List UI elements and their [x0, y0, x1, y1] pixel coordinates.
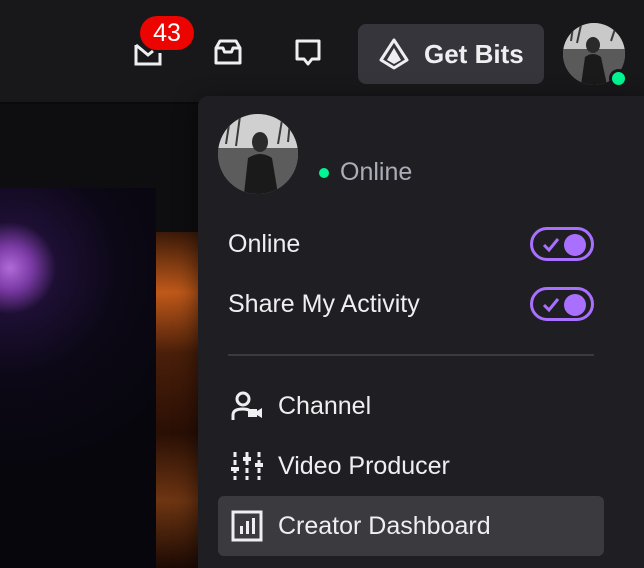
channel-icon — [230, 389, 264, 423]
menu-item-channel-label: Channel — [278, 391, 372, 420]
online-toggle-row: Online — [228, 222, 594, 266]
bits-icon — [379, 38, 409, 70]
video-producer-icon — [230, 449, 264, 483]
avatar — [218, 114, 298, 194]
menu-item-video-producer[interactable]: Video Producer — [218, 436, 604, 496]
creator-dashboard-icon — [230, 509, 264, 543]
menu-divider — [228, 354, 594, 356]
checkmark-icon — [542, 298, 560, 313]
get-bits-button[interactable]: Get Bits — [358, 24, 544, 84]
toggle-knob — [564, 294, 586, 316]
background-video-thumbnail — [0, 188, 156, 568]
top-nav-bar: 43 Get Bits — [0, 0, 644, 104]
online-toggle[interactable] — [530, 227, 594, 261]
inbox-button[interactable] — [206, 30, 250, 74]
avatar-online-indicator — [609, 69, 628, 88]
toggle-knob — [564, 234, 586, 256]
menu-item-video-producer-label: Video Producer — [278, 451, 450, 480]
get-bits-label: Get Bits — [424, 38, 524, 69]
notification-count-badge: 43 — [140, 16, 194, 50]
whispers-button[interactable] — [286, 30, 330, 74]
whispers-icon — [295, 39, 321, 66]
share-activity-toggle[interactable] — [530, 287, 594, 321]
menu-item-creator-dashboard-label: Creator Dashboard — [278, 511, 491, 540]
checkmark-icon — [542, 238, 560, 253]
user-dropdown-menu: Online Online Share My Activity Channel … — [198, 96, 644, 568]
share-activity-toggle-label: Share My Activity — [228, 289, 420, 318]
share-activity-toggle-row: Share My Activity — [228, 282, 594, 326]
menu-item-channel[interactable]: Channel — [218, 376, 604, 436]
menu-item-creator-dashboard[interactable]: Creator Dashboard — [218, 496, 604, 556]
online-status-dot — [319, 168, 329, 178]
online-status-label: Online — [340, 158, 413, 186]
inbox-icon — [214, 39, 242, 65]
online-toggle-label: Online — [228, 229, 301, 258]
menu-avatar — [218, 114, 298, 194]
